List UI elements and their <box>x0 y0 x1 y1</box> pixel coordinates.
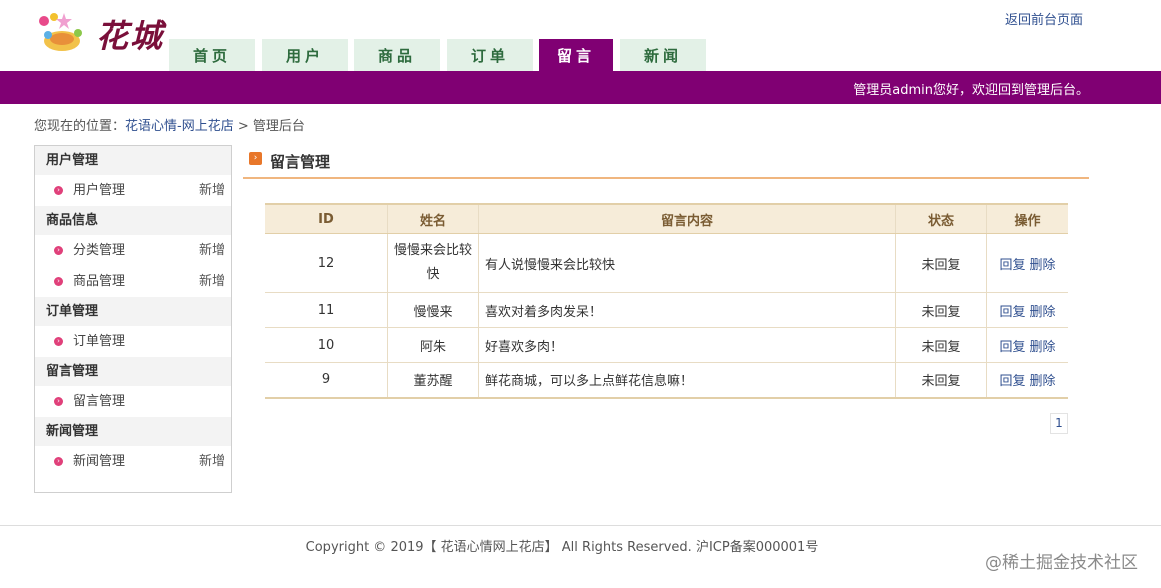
column-header-status: 状态 <box>895 203 987 234</box>
sidebar-item-label[interactable]: 分类管理 <box>73 243 125 258</box>
cell-actions: 回复 删除 <box>986 362 1068 399</box>
sidebar-group-news: 新闻管理 <box>35 417 231 446</box>
sidebar-item-product-management[interactable]: › 商品管理 新增 <box>35 266 231 297</box>
table-row: 11 慢慢来 喜欢对着多肉发呆！ 未回复 回复 删除 <box>265 292 1068 328</box>
back-to-front-link[interactable]: 返回前台页面 <box>1005 9 1083 28</box>
reply-link[interactable]: 回复 <box>999 340 1025 355</box>
page-title: 留言管理 <box>270 153 331 171</box>
sidebar-item-label[interactable]: 留言管理 <box>73 394 125 409</box>
cell-content: 鲜花商城，可以多上点鲜花信息嘛！ <box>478 362 896 399</box>
breadcrumb-prefix: 您现在的位置： <box>34 119 126 134</box>
sidebar-add-user-link[interactable]: 新增 <box>199 175 225 206</box>
watermark: @稀土掘金技术社区 <box>985 553 1138 573</box>
sidebar-item-user-management[interactable]: › 用户管理 新增 <box>35 175 231 206</box>
delete-link[interactable]: 删除 <box>1030 374 1056 389</box>
cell-actions: 回复 删除 <box>986 327 1068 363</box>
cell-status: 未回复 <box>895 292 987 328</box>
table-header-row: ID 姓名 留言内容 状态 操作 <box>265 203 1068 234</box>
delete-link[interactable]: 删除 <box>1030 258 1056 273</box>
messages-table: ID 姓名 留言内容 状态 操作 12 慢慢来会比较快 有人说慢慢来会比较快 未… <box>265 203 1068 399</box>
sidebar-group-messages: 留言管理 <box>35 357 231 386</box>
column-header-content: 留言内容 <box>478 203 896 234</box>
site-logo: 花城 <box>34 5 166 59</box>
sidebar-group-orders: 订单管理 <box>35 297 231 326</box>
sidebar-item-label[interactable]: 订单管理 <box>73 334 125 349</box>
tab-messages[interactable]: 留言 <box>539 39 613 71</box>
column-header-actions: 操作 <box>986 203 1068 234</box>
sidebar-item-message-management[interactable]: › 留言管理 <box>35 386 231 417</box>
breadcrumb-current: 管理后台 <box>252 119 305 134</box>
tab-users[interactable]: 用户 <box>262 39 348 71</box>
cell-name: 慢慢来会比较快 <box>387 233 479 293</box>
cell-actions: 回复 删除 <box>986 233 1068 293</box>
table-row: 12 慢慢来会比较快 有人说慢慢来会比较快 未回复 回复 删除 <box>265 233 1068 293</box>
sidebar-add-product-link[interactable]: 新增 <box>199 266 225 297</box>
tab-home[interactable]: 首页 <box>169 39 255 71</box>
tab-orders[interactable]: 订单 <box>447 39 533 71</box>
reply-link[interactable]: 回复 <box>999 258 1025 273</box>
sidebar-group-users: 用户管理 <box>35 146 231 175</box>
cell-name: 阿朱 <box>387 327 479 363</box>
cell-id: 11 <box>265 292 388 328</box>
delete-link[interactable]: 删除 <box>1030 340 1056 355</box>
sidebar: 用户管理 › 用户管理 新增 商品信息 › 分类管理 新增 › 商品管理 新增 … <box>34 145 232 493</box>
cell-status: 未回复 <box>895 327 987 363</box>
cell-id: 12 <box>265 233 388 293</box>
breadcrumb-separator: > <box>237 119 249 134</box>
cell-content: 有人说慢慢来会比较快 <box>478 233 896 293</box>
reply-link[interactable]: 回复 <box>999 374 1025 389</box>
column-header-id: ID <box>265 203 388 234</box>
bullet-icon: › <box>54 186 63 195</box>
breadcrumb-site-link[interactable]: 花语心情-网上花店 <box>125 119 234 134</box>
sidebar-item-label[interactable]: 用户管理 <box>73 183 125 198</box>
sidebar-item-label[interactable]: 商品管理 <box>73 274 125 289</box>
bullet-icon: › <box>54 397 63 406</box>
table-row: 10 阿朱 好喜欢多肉！ 未回复 回复 删除 <box>265 327 1068 363</box>
cell-status: 未回复 <box>895 233 987 293</box>
footer-copyright: Copyright © 2019【 花语心情网上花店】 All Rights R… <box>305 540 819 555</box>
bullet-icon: › <box>54 457 63 466</box>
cell-status: 未回复 <box>895 362 987 399</box>
sidebar-item-order-management[interactable]: › 订单管理 <box>35 326 231 357</box>
sidebar-add-category-link[interactable]: 新增 <box>199 235 225 266</box>
welcome-text: 管理员admin您好，欢迎回到管理后台。 <box>853 83 1089 98</box>
tab-products[interactable]: 商品 <box>354 39 440 71</box>
section-arrow-icon: › <box>249 152 262 165</box>
sidebar-item-label[interactable]: 新闻管理 <box>73 454 125 469</box>
breadcrumb: 您现在的位置：花语心情-网上花店 > 管理后台 <box>34 115 305 134</box>
table-row: 9 董苏醒 鲜花商城，可以多上点鲜花信息嘛！ 未回复 回复 删除 <box>265 362 1068 399</box>
cell-name: 董苏醒 <box>387 362 479 399</box>
bullet-icon: › <box>54 277 63 286</box>
cell-name: 慢慢来 <box>387 292 479 328</box>
delete-link[interactable]: 删除 <box>1030 305 1056 320</box>
sidebar-group-products: 商品信息 <box>35 206 231 235</box>
sidebar-item-category-management[interactable]: › 分类管理 新增 <box>35 235 231 266</box>
flower-logo-icon <box>39 13 82 51</box>
footer-divider <box>0 525 1161 526</box>
bullet-icon: › <box>54 246 63 255</box>
pagination-page-1[interactable]: 1 <box>1050 413 1068 434</box>
header-bar: 管理员admin您好，欢迎回到管理后台。 <box>0 71 1161 104</box>
sidebar-item-news-management[interactable]: › 新闻管理 新增 <box>35 446 231 477</box>
title-divider <box>243 177 1089 179</box>
logo-text: 花城 <box>96 17 165 55</box>
column-header-name: 姓名 <box>387 203 479 234</box>
cell-content: 好喜欢多肉！ <box>478 327 896 363</box>
cell-content: 喜欢对着多肉发呆！ <box>478 292 896 328</box>
cell-actions: 回复 删除 <box>986 292 1068 328</box>
tab-news[interactable]: 新闻 <box>620 39 706 71</box>
sidebar-add-news-link[interactable]: 新增 <box>199 446 225 477</box>
cell-id: 10 <box>265 327 388 363</box>
reply-link[interactable]: 回复 <box>999 305 1025 320</box>
bullet-icon: › <box>54 337 63 346</box>
cell-id: 9 <box>265 362 388 399</box>
